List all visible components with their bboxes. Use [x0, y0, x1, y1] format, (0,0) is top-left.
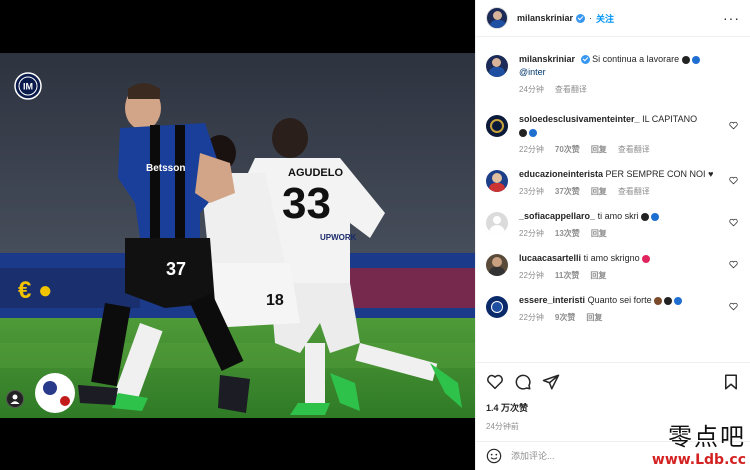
comment-avatar[interactable]: [486, 212, 508, 234]
comment-text: IL CAPITANO: [642, 114, 698, 124]
comment-likes[interactable]: 11次赞: [555, 271, 579, 280]
like-comment-heart-icon[interactable]: [729, 302, 738, 311]
blue-circle-emoji-icon: [529, 128, 537, 137]
translate-button[interactable]: 查看翻译: [618, 145, 650, 154]
comment-username[interactable]: essere_interisti: [519, 295, 585, 305]
comment-text: PER SEMPRE CON NOI ♥: [605, 169, 714, 179]
ad-board-text: € ●: [18, 277, 53, 304]
emoji-picker-icon[interactable]: [486, 448, 502, 464]
post-header: milanskriniar · 关注 ···: [476, 0, 750, 37]
caption-avatar[interactable]: [486, 55, 508, 77]
caption-translate[interactable]: 查看翻译: [555, 85, 587, 94]
comment-bubble-icon[interactable]: [514, 373, 532, 391]
comment-text: ti amo skrigno: [583, 253, 640, 263]
comment-input[interactable]: [511, 451, 651, 461]
post-sidebar: milanskriniar · 关注 ··· milanskriniar Si …: [475, 0, 750, 470]
comment-time[interactable]: 22分钟: [519, 271, 544, 280]
comment-avatar[interactable]: [486, 254, 508, 276]
reply-button[interactable]: 回复: [591, 229, 607, 238]
likes-count[interactable]: 1.4 万次赞: [486, 401, 740, 414]
shirt-sponsor: UPWORK: [320, 233, 357, 242]
share-send-icon[interactable]: [542, 373, 560, 391]
blue-heart-emoji-icon: [691, 55, 700, 64]
reply-button[interactable]: 回复: [591, 145, 607, 154]
like-comment-heart-icon[interactable]: [729, 121, 738, 130]
author-avatar[interactable]: [486, 7, 508, 29]
red-heart-emoji-icon: [642, 254, 651, 263]
like-heart-icon[interactable]: [486, 373, 504, 391]
follow-button[interactable]: 关注: [596, 12, 614, 25]
save-bookmark-icon[interactable]: [722, 373, 740, 391]
watermark-cn: 零点吧: [668, 423, 746, 451]
football: [35, 373, 75, 413]
black-circle-emoji-icon: [664, 296, 673, 305]
caption: milanskriniar Si continua a lavorare @in…: [486, 53, 740, 95]
comment-time[interactable]: 23分钟: [519, 187, 544, 196]
comment-item: _sofiacappellaro_ ti amo skri 22分钟 13次赞 回复: [486, 210, 740, 239]
watermark-url: www.Ldb.cc: [651, 452, 746, 468]
caption-username[interactable]: milanskriniar: [519, 54, 575, 64]
comment-item: educazioneinterista PER SEMPRE CON NOI ♥…: [486, 168, 740, 197]
comment-avatar[interactable]: [486, 170, 508, 192]
post-media[interactable]: € ● 33 AGUDELO UPWORK 18 Betsson 37 IM: [0, 0, 475, 470]
post-photo: € ● 33 AGUDELO UPWORK 18 Betsson 37: [0, 53, 475, 418]
comment-avatar[interactable]: [486, 115, 508, 137]
jersey-name: AGUDELO: [288, 167, 343, 179]
watermark: 零点吧 www.Ldb.cc: [652, 417, 746, 468]
jersey-number-37: 37: [166, 259, 186, 279]
like-comment-heart-icon[interactable]: [729, 260, 738, 269]
comment-username[interactable]: soloedesclusivamenteinter_: [519, 114, 640, 124]
caption-time[interactable]: 24分钟: [519, 85, 544, 94]
caption-verified-icon: [580, 55, 590, 65]
caption-mention[interactable]: @inter: [519, 67, 546, 77]
tagged-user-icon[interactable]: [6, 390, 24, 408]
reply-button[interactable]: 回复: [586, 313, 602, 322]
inter-logo-icon: IM: [14, 72, 42, 100]
blue-heart-emoji-icon: [651, 212, 660, 221]
comment-item: lucaacasartelli ti amo skrigno 22分钟 11次赞 回…: [486, 252, 740, 281]
black-circle-emoji-icon: [519, 128, 527, 137]
comment-text: Quanto sei forte: [587, 295, 652, 305]
like-comment-heart-icon[interactable]: [729, 218, 738, 227]
caption-text: Si continua a lavorare: [592, 54, 680, 64]
comment-likes[interactable]: 37次赞: [555, 187, 580, 196]
comment-avatar[interactable]: [486, 296, 508, 318]
comment-time[interactable]: 22分钟: [519, 229, 544, 238]
reply-button[interactable]: 回复: [590, 271, 606, 280]
black-heart-emoji-icon: [681, 55, 690, 64]
translate-button[interactable]: 查看翻译: [618, 187, 650, 196]
comment-item: essere_interisti Quanto sei forte 22分钟 9次…: [486, 294, 740, 323]
black-heart-emoji-icon: [641, 212, 650, 221]
separator-dot: ·: [589, 13, 593, 23]
comment-likes[interactable]: 13次赞: [555, 229, 580, 238]
jersey-number-18: 18: [266, 292, 284, 309]
muscle-emoji-icon: [654, 296, 663, 305]
like-comment-heart-icon[interactable]: [729, 176, 738, 185]
comment-username[interactable]: lucaacasartelli: [519, 253, 581, 263]
comment-text: ti amo skri: [597, 211, 639, 221]
verified-badge-icon: [576, 13, 586, 23]
comments-list[interactable]: milanskriniar Si continua a lavorare @in…: [476, 38, 750, 360]
comment-likes[interactable]: 9次赞: [555, 313, 575, 322]
svg-text:IM: IM: [23, 82, 33, 92]
comment-time[interactable]: 22分钟: [519, 313, 544, 322]
comment-username[interactable]: educazioneinterista: [519, 169, 603, 179]
blue-circle-emoji-icon: [674, 296, 683, 305]
comment-item: soloedesclusivamenteinter_ IL CAPITANO 2…: [486, 113, 740, 155]
comment-time[interactable]: 22分钟: [519, 145, 544, 154]
reply-button[interactable]: 回复: [591, 187, 607, 196]
jersey-number-33: 33: [282, 179, 331, 228]
author-username[interactable]: milanskriniar: [517, 13, 573, 23]
comment-username[interactable]: _sofiacappellaro_: [519, 211, 595, 221]
home-sponsor: Betsson: [146, 163, 185, 174]
comment-likes[interactable]: 70次赞: [555, 145, 580, 154]
more-options-icon[interactable]: ···: [723, 11, 740, 25]
